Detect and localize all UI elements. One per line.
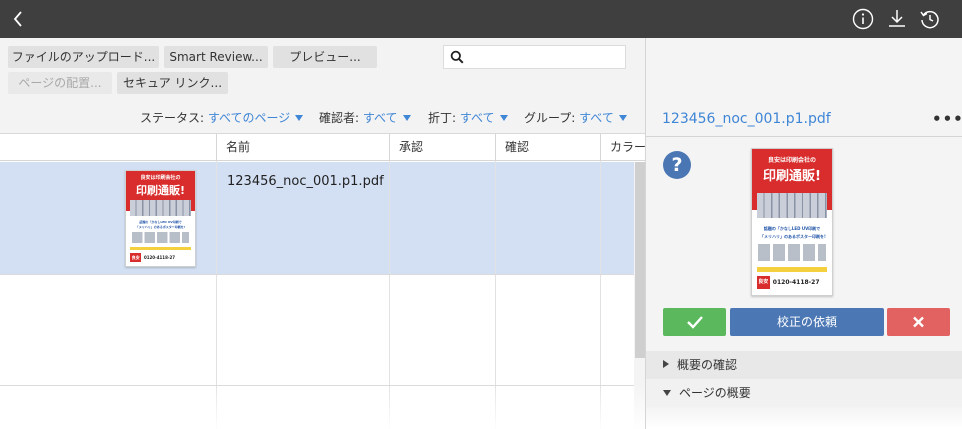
preview-blue-line1: 話題の「かなしLED UV印刷で — [763, 226, 821, 232]
info-icon[interactable] — [851, 7, 875, 31]
preview-headline: 印刷通販! — [763, 169, 821, 184]
status-filter[interactable]: ステータス: すべてのページ — [140, 109, 304, 126]
group-filter[interactable]: グループ: すべて — [524, 109, 627, 126]
section-label: ページの概要 — [679, 386, 751, 400]
column-header-review[interactable]: 確認 — [495, 134, 600, 161]
signature-filter-value: すべて — [459, 111, 495, 125]
caret-down-icon — [663, 390, 671, 396]
page-placement-button[interactable]: ページの配置... — [8, 72, 112, 94]
preview-button[interactable]: プレビュー... — [273, 46, 377, 68]
caret-down-icon — [402, 115, 411, 121]
secure-link-button[interactable]: セキュア リンク... — [117, 72, 228, 94]
smart-review-button[interactable]: Smart Review... — [164, 46, 268, 68]
status-filter-value: すべてのページ — [207, 111, 291, 125]
search-icon — [450, 50, 464, 64]
panel-divider — [646, 136, 962, 137]
column-header-color[interactable]: カラー — [600, 134, 645, 161]
poster-phone: 0120-4118-27 — [143, 254, 176, 260]
selected-file-title: 123456_noc_001.p1.pdf — [662, 111, 831, 127]
poster-blue-line2: 「メリハリ」のあるポスター印刷を! — [135, 225, 186, 230]
upload-file-button[interactable]: ファイルのアップロード... — [8, 46, 159, 68]
panel-fade — [646, 407, 962, 429]
reviewer-filter-label: 確認者: — [319, 111, 363, 125]
chevron-left-icon[interactable] — [8, 8, 30, 30]
status-filter-label: ステータス: — [140, 111, 208, 125]
search-input[interactable] — [470, 48, 620, 66]
preview-headline-small: 良安は印刷会社の — [767, 157, 816, 164]
approve-button[interactable] — [663, 308, 726, 336]
signature-filter-label: 折丁: — [428, 111, 460, 125]
file-name: 123456_noc_001.p1.pdf — [227, 174, 384, 189]
section-label: 概要の確認 — [677, 358, 738, 372]
caret-down-icon — [618, 115, 627, 121]
close-icon — [913, 316, 924, 328]
preview-blue-line2: 「メリハリ」のあるポスター印刷を! — [760, 233, 826, 239]
caret-down-icon — [499, 115, 508, 121]
preview-badge: 良安 — [756, 276, 770, 290]
scrollbar-thumb[interactable] — [635, 162, 645, 358]
reject-button[interactable] — [887, 308, 950, 336]
poster-headline: 印刷通販! — [135, 184, 186, 197]
history-icon[interactable] — [918, 7, 942, 31]
top-bar — [0, 0, 962, 38]
page-preview[interactable]: 良安は印刷会社の 印刷通販! 話題の「かなしLED UV印刷で 「メリハリ」のあ… — [751, 148, 833, 296]
question-icon[interactable]: ? — [663, 151, 691, 179]
table-header: 名前 承認 確認 カラー — [0, 134, 645, 161]
section-overview-check[interactable]: 概要の確認 — [646, 351, 962, 379]
more-options-button[interactable]: ••• — [932, 110, 962, 128]
signature-filter[interactable]: 折丁: すべて — [428, 109, 508, 126]
section-page-overview[interactable]: ページの概要 — [646, 379, 962, 407]
caret-down-icon — [295, 115, 304, 121]
poster-badge: 良安 — [130, 252, 142, 263]
poster-headline-small: 良安は印刷会社の — [140, 175, 181, 181]
row-divider — [0, 274, 634, 275]
preview-phone: 0120-4118-27 — [772, 278, 820, 286]
download-icon[interactable] — [885, 7, 909, 31]
page-thumbnail[interactable]: 良安は印刷会社の 印刷通販! 話題の「かなしLED UV印刷で 「メリハリ」のあ… — [125, 170, 196, 267]
poster-blue-line1: 話題の「かなしLED UV印刷で — [139, 220, 182, 225]
search-box — [443, 45, 626, 69]
column-header-approval[interactable]: 承認 — [389, 134, 495, 161]
checkmark-icon — [687, 316, 703, 329]
toolbar: ファイルのアップロード... Smart Review... プレビュー... … — [0, 38, 645, 134]
group-filter-value: すべて — [579, 111, 614, 125]
group-filter-label: グループ: — [524, 111, 580, 125]
caret-right-icon — [663, 360, 669, 368]
bottom-fade — [0, 384, 645, 429]
request-proof-button[interactable]: 校正の依頼 — [730, 308, 884, 336]
page-table: 名前 承認 確認 カラー 良安は印刷会社の 印刷通販! 話題の「かなしLED U… — [0, 134, 645, 429]
reviewer-filter[interactable]: 確認者: すべて — [319, 109, 411, 126]
column-header-name[interactable]: 名前 — [216, 134, 389, 161]
reviewer-filter-value: すべて — [362, 111, 398, 125]
table-row[interactable]: 良安は印刷会社の 印刷通販! 話題の「かなしLED UV印刷で 「メリハリ」のあ… — [0, 162, 634, 274]
detail-panel: 123456_noc_001.p1.pdf ••• ? 良安は印刷会社の 印刷通… — [645, 38, 962, 429]
